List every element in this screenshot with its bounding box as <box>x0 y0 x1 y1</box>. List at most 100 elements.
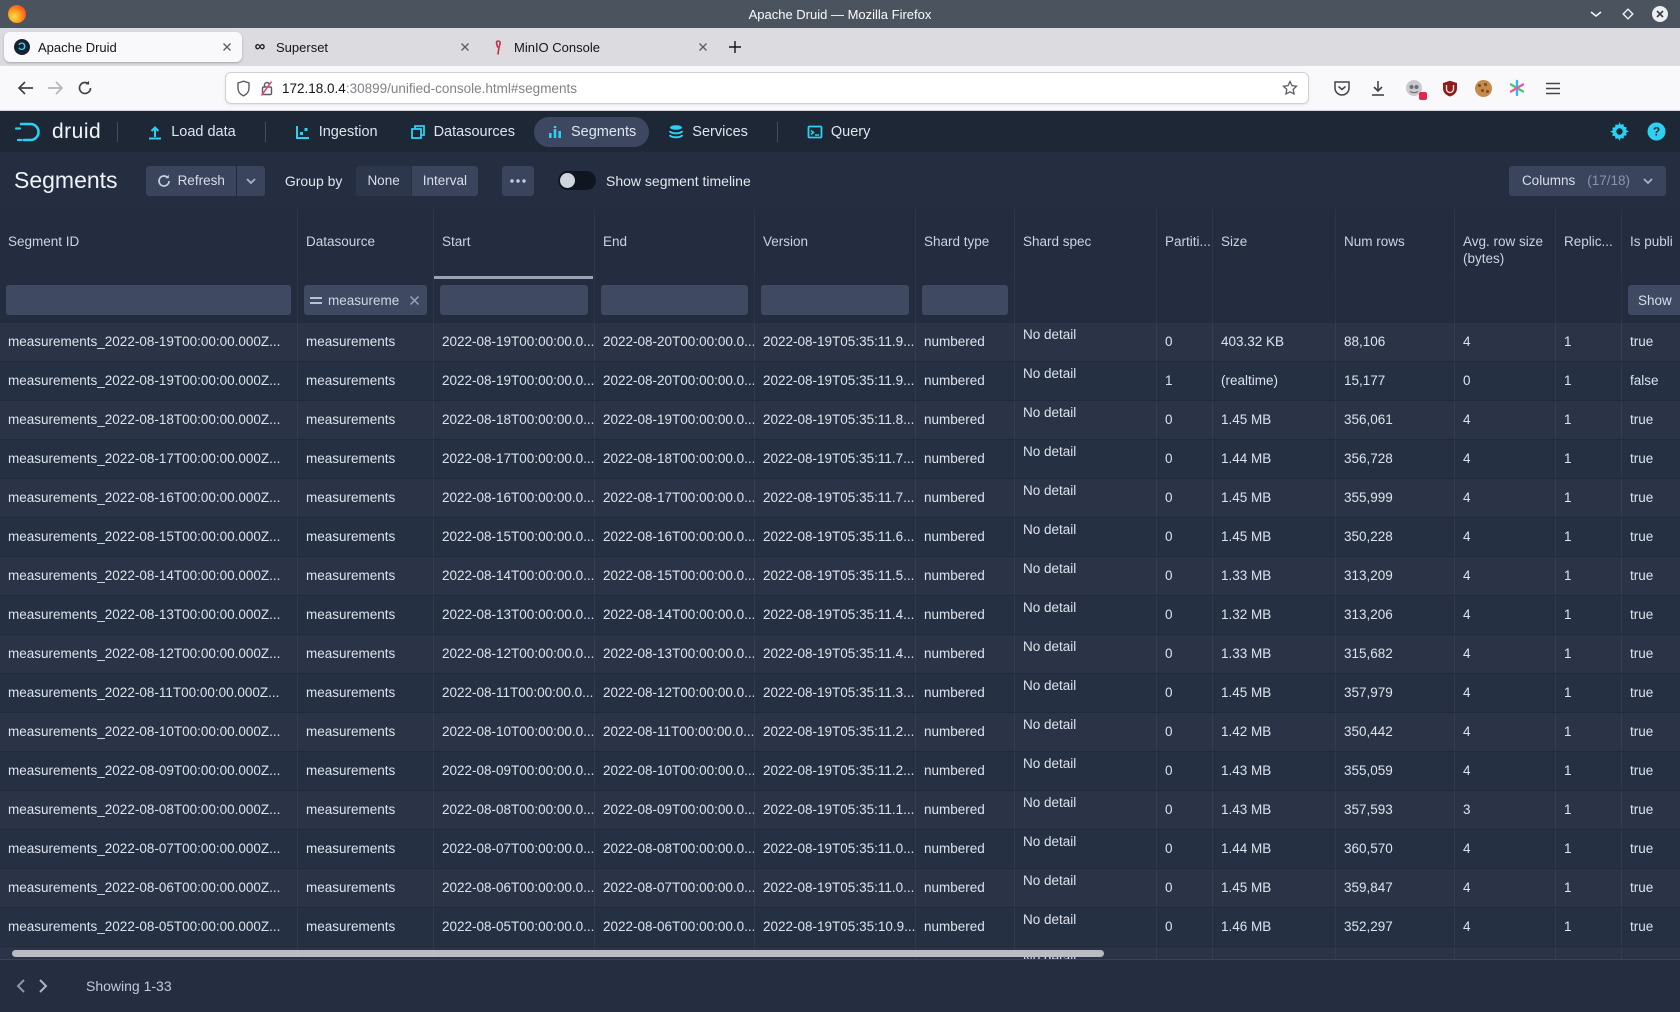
cell-shard_spec: No detail <box>1015 440 1157 478</box>
table-row[interactable]: measurements_2022-08-15T00:00:00.000Z...… <box>0 518 1680 557</box>
column-header-avg_row_size[interactable]: Avg. row size (bytes) <box>1455 209 1556 279</box>
forward-button[interactable] <box>40 73 70 103</box>
more-options-button[interactable] <box>502 166 534 196</box>
remove-filter-icon[interactable] <box>409 295 421 306</box>
segment-timeline-toggle[interactable] <box>558 171 596 190</box>
cell-avg_row_size: 4 <box>1455 518 1556 556</box>
multicolor-extension-icon[interactable] <box>1506 77 1528 99</box>
settings-gear-icon[interactable] <box>1610 122 1629 141</box>
downloads-icon[interactable] <box>1367 77 1389 99</box>
druid-logo[interactable]: druid <box>14 120 101 144</box>
table-row[interactable]: measurements_2022-08-09T00:00:00.000Z...… <box>0 752 1680 791</box>
new-tab-button[interactable] <box>728 40 742 54</box>
column-header-partition[interactable]: Partiti... <box>1157 209 1213 279</box>
column-header-replication[interactable]: Replic... <box>1556 209 1622 279</box>
group-by-interval-button[interactable]: Interval <box>411 166 478 196</box>
refresh-button[interactable]: Refresh <box>146 166 236 196</box>
table-row[interactable]: measurements_2022-08-07T00:00:00.000Z...… <box>0 830 1680 869</box>
table-row[interactable]: measurements_2022-08-17T00:00:00.000Z...… <box>0 440 1680 479</box>
ublock-origin-icon[interactable] <box>1439 77 1461 99</box>
url-text[interactable]: 172.18.0.4:30899/unified-console.html#se… <box>282 81 1274 96</box>
table-row[interactable]: measurements_2022-08-05T00:00:00.000Z...… <box>0 908 1680 947</box>
cell-size: 1.32 MB <box>1213 596 1336 634</box>
bookmark-star-icon[interactable] <box>1282 80 1298 96</box>
table-row[interactable]: measurements_2022-08-19T00:00:00.000Z...… <box>0 362 1680 401</box>
cell-shard_type: numbered <box>916 908 1015 946</box>
table-row[interactable]: measurements_2022-08-11T00:00:00.000Z...… <box>0 674 1680 713</box>
tracking-shield-icon[interactable] <box>236 80 251 97</box>
cell-shard_spec: No detail <box>1015 362 1157 400</box>
filter-input-datasource[interactable]: measureme <box>304 285 427 315</box>
help-icon[interactable]: ? <box>1647 122 1666 141</box>
table-row[interactable]: measurements_2022-08-18T00:00:00.000Z...… <box>0 401 1680 440</box>
filter-input-shard_type[interactable] <box>922 285 1008 315</box>
back-button[interactable] <box>10 73 40 103</box>
table-row[interactable]: measurements_2022-08-13T00:00:00.000Z...… <box>0 596 1680 635</box>
table-row[interactable]: measurements_2022-08-12T00:00:00.000Z...… <box>0 635 1680 674</box>
horizontal-scrollbar[interactable] <box>12 950 1104 957</box>
tab-close-icon[interactable] <box>222 42 232 52</box>
segments-table: Segment IDDatasourceStartEndVersionShard… <box>0 209 1680 959</box>
showing-count: Showing 1-33 <box>86 978 172 994</box>
cell-num_rows: 356,728 <box>1336 440 1455 478</box>
cell-partition: 0 <box>1157 674 1213 712</box>
cell-shard_type: numbered <box>916 323 1015 361</box>
nav-item-services[interactable]: Services <box>655 117 761 147</box>
group-by-none-button[interactable]: None <box>356 166 410 196</box>
nav-item-datasources[interactable]: Datasources <box>397 117 528 147</box>
table-row[interactable]: measurements_2022-08-06T00:00:00.000Z...… <box>0 869 1680 908</box>
previous-page-button[interactable] <box>16 979 25 993</box>
tab-apache-druid[interactable]: Ɔ Apache Druid <box>4 32 242 62</box>
tab-superset[interactable]: ∞ Superset <box>242 32 480 62</box>
filter-input-end[interactable] <box>601 285 748 315</box>
cookie-extension-icon[interactable] <box>1475 80 1492 97</box>
table-row[interactable]: measurements_2022-08-10T00:00:00.000Z...… <box>0 713 1680 752</box>
table-row[interactable]: measurements_2022-08-19T00:00:00.000Z...… <box>0 323 1680 362</box>
nav-item-query[interactable]: Query <box>794 117 884 147</box>
column-header-segment_id[interactable]: Segment ID <box>0 209 298 279</box>
cell-num_rows: 357,979 <box>1336 674 1455 712</box>
cell-size: 1.33 MB <box>1213 557 1336 595</box>
extension-disabled-icon[interactable] <box>1403 77 1425 99</box>
table-row[interactable]: measurements_2022-08-16T00:00:00.000Z...… <box>0 479 1680 518</box>
filter-show-button[interactable]: Show <box>1628 285 1680 315</box>
tab-close-icon[interactable] <box>698 42 708 52</box>
cell-shard_type: numbered <box>916 674 1015 712</box>
column-header-version[interactable]: Version <box>755 209 916 279</box>
pocket-icon[interactable] <box>1331 77 1353 99</box>
column-header-datasource[interactable]: Datasource <box>298 209 434 279</box>
cell-shard_type: numbered <box>916 713 1015 751</box>
table-row[interactable]: measurements_2022-08-14T00:00:00.000Z...… <box>0 557 1680 596</box>
insecure-lock-icon[interactable] <box>259 80 274 97</box>
filter-input-version[interactable] <box>761 285 909 315</box>
reload-button[interactable] <box>70 73 100 103</box>
column-header-start[interactable]: Start <box>434 209 595 279</box>
column-header-size[interactable]: Size <box>1213 209 1336 279</box>
nav-item-load-data[interactable]: Load data <box>134 117 249 147</box>
table-body: measurements_2022-08-19T00:00:00.000Z...… <box>0 323 1680 959</box>
refresh-options-button[interactable] <box>236 166 265 196</box>
menu-hamburger-icon[interactable] <box>1542 77 1564 99</box>
cell-version: 2022-08-19T05:35:11.7... <box>755 440 916 478</box>
columns-button[interactable]: Columns (17/18) <box>1509 166 1666 196</box>
filter-input-start[interactable] <box>440 285 588 315</box>
tab-close-icon[interactable] <box>460 42 470 52</box>
filter-input-segment_id[interactable] <box>6 285 291 315</box>
cell-end: 2022-08-07T00:00:00.0... <box>595 869 755 907</box>
column-header-num_rows[interactable]: Num rows <box>1336 209 1455 279</box>
next-page-button[interactable] <box>39 979 48 993</box>
nav-item-segments[interactable]: Segments <box>534 117 649 147</box>
column-header-is_published[interactable]: Is publi <box>1622 209 1680 279</box>
window-maximize-button[interactable] <box>1620 6 1636 22</box>
tab-minio-console[interactable]: MinIO Console <box>480 32 718 62</box>
druid-logo-icon <box>14 120 44 144</box>
cell-segment_id: measurements_2022-08-12T00:00:00.000Z... <box>0 635 298 673</box>
column-header-shard_type[interactable]: Shard type <box>916 209 1015 279</box>
table-row[interactable]: measurements_2022-08-08T00:00:00.000Z...… <box>0 791 1680 830</box>
window-close-button[interactable] <box>1652 6 1668 22</box>
url-bar[interactable]: 172.18.0.4:30899/unified-console.html#se… <box>225 72 1309 104</box>
column-header-shard_spec[interactable]: Shard spec <box>1015 209 1157 279</box>
column-header-end[interactable]: End <box>595 209 755 279</box>
window-minimize-button[interactable] <box>1588 6 1604 22</box>
nav-item-ingestion[interactable]: Ingestion <box>282 117 391 147</box>
